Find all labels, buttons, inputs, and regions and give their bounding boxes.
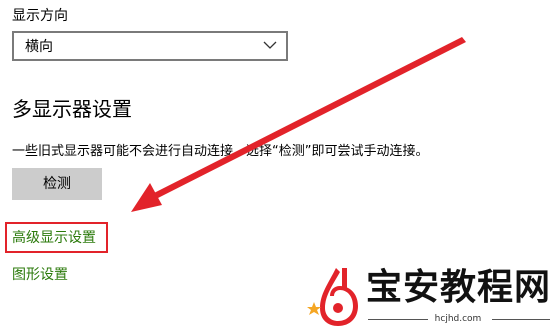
chevron-down-icon: [263, 41, 277, 49]
multi-display-description: 一些旧式显示器可能不会进行自动连接，选择“检测”即可尝试手动连接。: [12, 144, 429, 159]
arrow-head: [131, 183, 162, 212]
orientation-label: 显示方向: [12, 8, 68, 24]
watermark: 宝安教程网 hcjhd.com: [306, 262, 556, 332]
watermark-divider-right: [492, 319, 550, 320]
watermark-title: 宝安教程网: [366, 266, 552, 308]
highlight-box: 高级显示设置: [5, 222, 108, 253]
detect-button[interactable]: 检测: [12, 168, 102, 200]
orientation-dropdown[interactable]: 横向: [12, 31, 288, 61]
advanced-display-settings-link[interactable]: 高级显示设置: [12, 229, 96, 247]
arrow-shaft: [152, 37, 466, 199]
multi-display-heading: 多显示器设置: [12, 97, 132, 121]
graphics-settings-link[interactable]: 图形设置: [12, 266, 68, 284]
watermark-logo-icon: [307, 268, 358, 326]
orientation-selected-value: 横向: [25, 39, 53, 55]
